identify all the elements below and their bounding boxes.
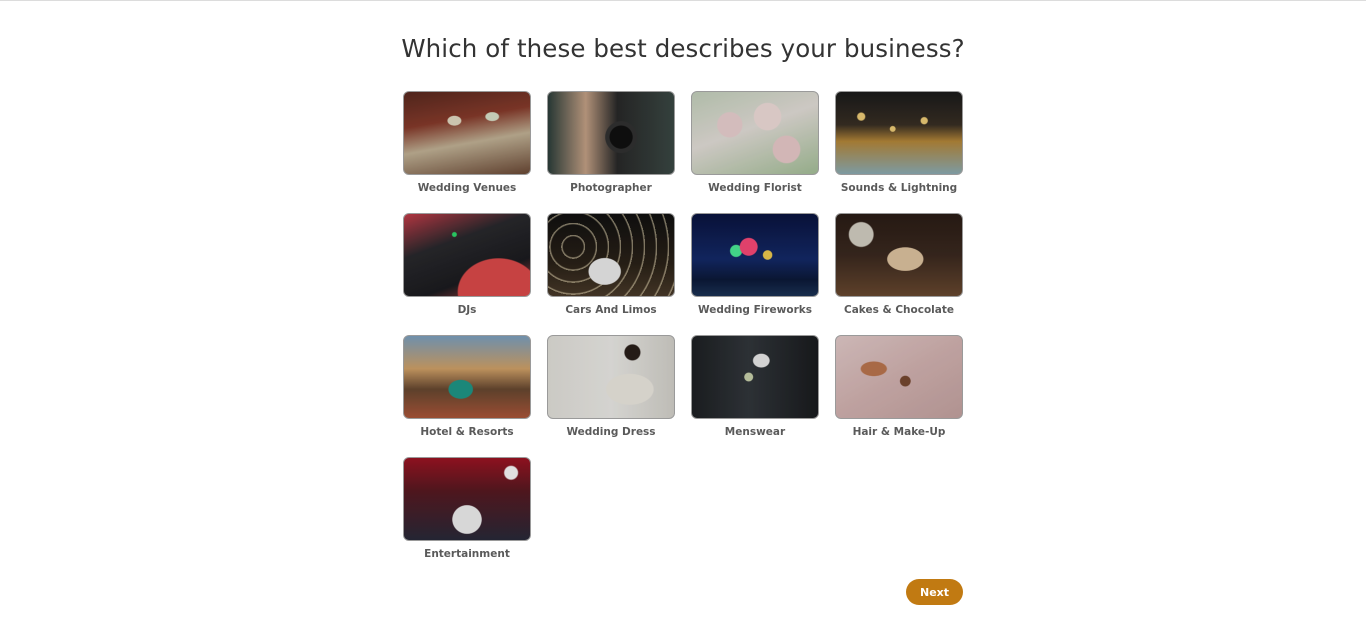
- hair-makeup-image: [835, 335, 963, 419]
- category-label: Entertainment: [424, 548, 510, 560]
- category-card-wedding-venues[interactable]: Wedding Venues: [403, 91, 531, 198]
- wedding-fireworks-image: [691, 213, 819, 297]
- category-card-sounds-lightning[interactable]: Sounds & Lightning: [835, 91, 963, 198]
- cakes-chocolate-image: [835, 213, 963, 297]
- category-label: Wedding Florist: [708, 182, 802, 194]
- category-card-hotel-resorts[interactable]: Hotel & Resorts: [403, 335, 531, 442]
- next-button[interactable]: Next: [906, 579, 963, 605]
- category-label: Wedding Fireworks: [697, 304, 812, 316]
- hotel-resorts-image: [403, 335, 531, 419]
- category-card-cars-limos[interactable]: Cars And Limos: [547, 213, 675, 320]
- djs-image: [403, 213, 531, 297]
- menswear-image: [691, 335, 819, 419]
- category-label: Photographer: [570, 182, 652, 194]
- category-card-wedding-dress[interactable]: Wedding Dress: [547, 335, 675, 442]
- category-card-wedding-florist[interactable]: Wedding Florist: [691, 91, 819, 198]
- wedding-dress-image: [547, 335, 675, 419]
- entertainment-image: [403, 457, 531, 541]
- wedding-florist-image: [691, 91, 819, 175]
- category-card-cakes-chocolate[interactable]: Cakes & Chocolate: [835, 213, 963, 320]
- category-card-djs[interactable]: DJs: [403, 213, 531, 320]
- category-label: Sounds & Lightning: [840, 182, 958, 194]
- page-title: Which of these best describes your busin…: [401, 34, 965, 63]
- category-label: Wedding Dress: [566, 426, 656, 438]
- cars-limos-image: [547, 213, 675, 297]
- category-label: Wedding Venues: [417, 182, 517, 194]
- category-card-menswear[interactable]: Menswear: [691, 335, 819, 442]
- top-divider: [0, 0, 1366, 1]
- photographer-image: [547, 91, 675, 175]
- category-card-photographer[interactable]: Photographer: [547, 91, 675, 198]
- sounds-lightning-image: [835, 91, 963, 175]
- category-label: Cars And Limos: [565, 304, 657, 316]
- category-label: Hair & Make-Up: [852, 426, 946, 438]
- category-label: Cakes & Chocolate: [844, 304, 954, 316]
- category-grid: Wedding Venues Photographer Wedding Flor…: [403, 91, 963, 564]
- category-card-entertainment[interactable]: Entertainment: [403, 457, 531, 564]
- category-label: Menswear: [724, 426, 786, 438]
- category-label: DJs: [457, 304, 477, 316]
- category-card-wedding-fireworks[interactable]: Wedding Fireworks: [691, 213, 819, 320]
- category-label: Hotel & Resorts: [420, 426, 514, 438]
- wedding-venues-image: [403, 91, 531, 175]
- category-card-hair-makeup[interactable]: Hair & Make-Up: [835, 335, 963, 442]
